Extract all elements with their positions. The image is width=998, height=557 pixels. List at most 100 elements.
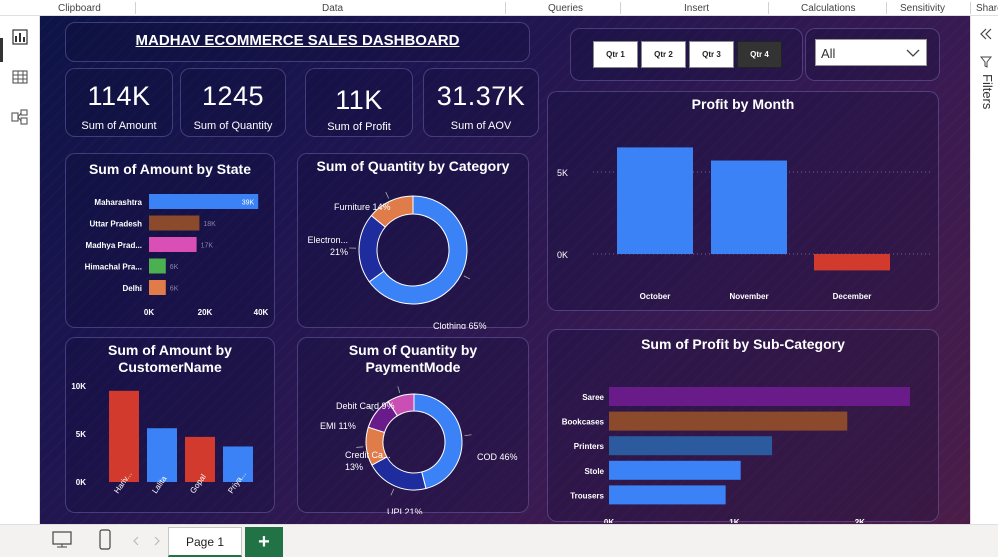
amount-by-customer-card: Sum of Amount by CustomerName 10K5K0KHar… [65,337,275,513]
amount-by-customer-chart[interactable]: 10K5K0KHariv...LalitaGopalPriya... [66,338,276,514]
x-tick-label: 2K [855,518,865,523]
ribbon: Clipboard Data Queries Insert Calculatio… [0,0,998,16]
qtr-4-button[interactable]: Qtr 4 [737,41,782,68]
quantity-by-paymentmode-chart[interactable]: COD 46%UPI 21%Credit Ca...13%EMI 11%Debi… [298,338,530,514]
ribbon-group-share[interactable]: Share [976,3,998,14]
donut-label: Debit Card 9% [336,401,395,411]
desktop-layout-icon[interactable] [52,531,72,549]
amount-by-state-card: Sum of Amount by State Maharashtra39KUtt… [65,153,275,328]
subcategory-bar [609,485,726,504]
donut-label: 13% [345,462,363,472]
quantity-by-category-chart[interactable]: Clothing 65%Electron...21%Furniture 14% [298,154,530,329]
state-dropdown[interactable]: All [815,39,927,66]
profit-by-month-card: Profit by Month 5K0KOctoberNovemberDecem… [547,91,939,311]
filters-label: Filters [980,74,995,109]
qtr-3-button[interactable]: Qtr 3 [689,41,734,68]
page-tab[interactable]: Page 1 [168,527,242,557]
add-page-button[interactable]: + [245,527,283,557]
kpi-label: Sum of Profit [306,121,412,133]
ribbon-separator [970,2,971,14]
x-tick-label: 0K [604,518,614,523]
kpi-card-profit: 11K Sum of Profit [305,68,413,137]
amount-by-state-chart[interactable]: Maharashtra39KUttar Pradesh18KMadhya Pra… [66,154,276,329]
y-tick-label: 10K [71,382,86,391]
kpi-label: Sum of Amount [66,120,172,132]
donut-label: Furniture 14% [334,202,391,212]
profit-by-month-chart[interactable]: 5K0KOctoberNovemberDecember [548,92,940,312]
x-tick-label: October [640,292,671,301]
ribbon-group-data[interactable]: Data [322,3,343,14]
kpi-value: 1245 [181,81,285,112]
ribbon-group-clipboard[interactable]: Clipboard [58,3,101,14]
kpi-value: 31.37K [424,81,538,112]
x-tick-label: 20K [198,308,213,317]
leader-line [398,386,400,393]
qtr-1-button[interactable]: Qtr 1 [593,41,638,68]
month-bar [814,254,890,270]
dashboard-title-card: MADHAV ECOMMERCE SALES DASHBOARD [65,22,530,62]
leader-line [356,447,363,448]
subcategory-label: Trousers [570,491,604,500]
ribbon-separator [135,2,136,14]
subcategory-label: Stole [584,467,604,476]
state-data-label: 39K [242,200,255,207]
kpi-label: Sum of AOV [424,120,538,132]
x-tick-label: 0K [144,308,154,317]
subcategory-label: Bookcases [562,418,605,427]
y-tick-label: 5K [76,430,86,439]
leader-line [464,276,470,279]
donut-label: COD 46% [477,452,518,462]
mobile-layout-icon[interactable] [99,529,111,551]
y-tick-label: 0K [557,250,568,260]
report-canvas: MADHAV ECOMMERCE SALES DASHBOARD Qtr 1 Q… [40,16,970,524]
ribbon-separator [768,2,769,14]
state-data-label: 18K [203,221,216,228]
customer-bar [147,428,177,482]
subcategory-bar [609,387,910,406]
next-page-icon[interactable] [153,536,161,546]
chevron-down-icon [906,48,920,58]
donut-label: 21% [330,247,348,257]
filter-funnel-icon [980,56,992,68]
state-bar [149,216,199,231]
donut-label: Clothing 65% [433,321,487,329]
state-label: Madhya Prad... [86,241,142,250]
active-view-indicator [0,38,3,62]
x-tick-label: 40K [254,308,269,317]
report-view-icon[interactable] [11,28,29,46]
state-label: Maharashtra [94,198,142,207]
leader-line [465,435,472,436]
dropdown-value: All [821,46,835,61]
view-sidebar [0,16,40,524]
state-label: Himachal Pra... [85,263,142,272]
subcategory-bar [609,412,847,431]
quantity-by-paymentmode-card: Sum of Quantity by PaymentMode COD 46%UP… [297,337,529,513]
dashboard-title: MADHAV ECOMMERCE SALES DASHBOARD [66,32,529,49]
donut-slice [359,216,385,282]
x-tick-label: November [729,292,768,301]
profit-by-subcategory-chart[interactable]: SareeBookcasesPrintersStoleTrousers0K1K2… [548,330,940,523]
ribbon-group-sensitivity[interactable]: Sensitivity [900,3,945,14]
quantity-by-category-card: Sum of Quantity by Category Clothing 65%… [297,153,529,328]
state-data-label: 17K [201,243,214,250]
collapse-chevrons-icon[interactable] [980,28,992,40]
donut-label: Credit Ca... [345,450,391,460]
state-bar [149,280,166,295]
qtr-2-button[interactable]: Qtr 2 [641,41,686,68]
donut-label: UPI 21% [387,507,423,514]
ribbon-group-insert[interactable]: Insert [684,3,709,14]
leader-line [391,489,394,495]
page-bar: Page 1 + [0,524,998,556]
y-tick-label: 0K [76,478,86,487]
month-bar [711,161,787,254]
ribbon-group-queries[interactable]: Queries [548,3,583,14]
filters-pane[interactable]: Filters [970,16,998,524]
table-view-icon[interactable] [11,68,29,86]
month-bar [617,147,693,254]
prev-page-icon[interactable] [132,536,140,546]
state-data-label: 6K [170,264,179,271]
kpi-value: 114K [66,81,172,112]
leader-line [386,192,389,198]
model-view-icon[interactable] [11,108,29,126]
ribbon-group-calculations[interactable]: Calculations [801,3,855,14]
